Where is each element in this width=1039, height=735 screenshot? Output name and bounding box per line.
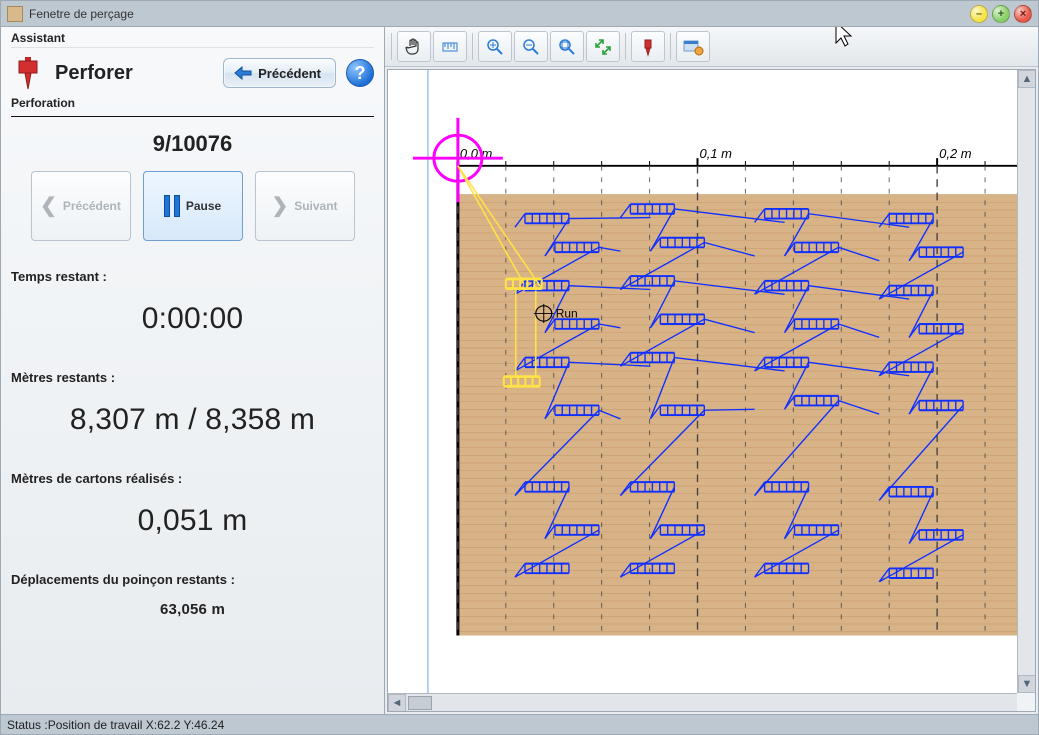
scroll-thumb[interactable]: [408, 696, 432, 710]
chevron-left-icon: ❮: [40, 196, 57, 216]
punch-moves-label: Déplacements du poinçon restants :: [11, 572, 374, 587]
measure-icon[interactable]: [433, 31, 467, 62]
zoom-fit-icon[interactable]: [550, 31, 584, 62]
status-text: Status :Position de travail X:62.2 Y:46.…: [7, 718, 224, 732]
toolbar-separator: [625, 33, 626, 60]
horizontal-scrollbar[interactable]: ◄: [388, 693, 1017, 711]
toolbar-separator: [391, 33, 392, 60]
punch-marker-icon[interactable]: [631, 31, 665, 62]
scroll-up-icon[interactable]: ▲: [1018, 70, 1036, 88]
back-button-label: Précédent: [258, 66, 321, 81]
window-title: Fenetre de perçage: [29, 7, 134, 21]
minimize-button[interactable]: –: [970, 5, 988, 23]
pause-button[interactable]: Pause: [143, 171, 243, 241]
cartons-done-value: 0,051 m: [11, 504, 374, 538]
cartons-done-label: Mètres de cartons réalisés :: [11, 471, 374, 486]
pan-hand-icon[interactable]: [397, 31, 431, 62]
document-icon: [7, 6, 23, 22]
vertical-scrollbar[interactable]: ▲ ▼: [1017, 70, 1035, 693]
back-button[interactable]: Précédent: [223, 58, 336, 88]
punch-moves-value: 63,056 m: [11, 601, 374, 618]
meters-remaining-value: 8,307 m / 8,358 m: [11, 403, 374, 437]
zoom-out-icon[interactable]: [514, 31, 548, 62]
toolbar-separator: [670, 33, 671, 60]
maximize-button[interactable]: +: [992, 5, 1010, 23]
zoom-in-icon[interactable]: [478, 31, 512, 62]
time-remaining-value: 0:00:00: [11, 302, 374, 336]
perforate-icon: [11, 54, 45, 92]
canvas-viewport[interactable]: 0,0 m0,1 m0,2 mRun ▲ ▼ ◄: [387, 69, 1036, 712]
scroll-down-icon[interactable]: ▼: [1018, 675, 1036, 693]
app-window: Fenetre de perçage – + × Assistant Perfo…: [0, 0, 1039, 735]
statusbar: Status :Position de travail X:62.2 Y:46.…: [1, 714, 1038, 734]
resize-icon[interactable]: [586, 31, 620, 62]
options-icon[interactable]: [676, 31, 710, 62]
next-step-button: ❯ Suivant: [255, 171, 355, 241]
time-remaining-label: Temps restant :: [11, 269, 374, 284]
drawing-surface[interactable]: 0,0 m0,1 m0,2 mRun: [388, 70, 1017, 693]
arrow-left-icon: [234, 66, 252, 80]
main-area: 0,0 m0,1 m0,2 mRun ▲ ▼ ◄: [385, 27, 1038, 714]
meters-remaining-label: Mètres restants :: [11, 370, 374, 385]
canvas-toolbar: [385, 27, 1038, 67]
svg-text:0,1 m: 0,1 m: [700, 146, 732, 161]
assistant-label: Assistant: [11, 31, 374, 48]
divider: [11, 116, 374, 117]
assistant-panel: Assistant Perforer Précédent ?: [1, 27, 385, 714]
svg-text:Run: Run: [556, 307, 578, 320]
prev-step-label: Précédent: [63, 199, 121, 213]
prev-step-button: ❮ Précédent: [31, 171, 131, 241]
chevron-right-icon: ❯: [271, 196, 288, 216]
next-step-label: Suivant: [294, 199, 337, 213]
pause-icon: [164, 195, 180, 217]
titlebar: Fenetre de perçage – + ×: [1, 1, 1038, 27]
pause-label: Pause: [186, 199, 221, 213]
scroll-left-icon[interactable]: ◄: [388, 694, 406, 712]
svg-text:0,2 m: 0,2 m: [939, 146, 971, 161]
progress-counter: 9/10076: [11, 131, 374, 157]
assistant-subtitle: Perforation: [11, 96, 374, 110]
assistant-title: Perforer: [55, 62, 213, 85]
toolbar-separator: [472, 33, 473, 60]
help-icon[interactable]: ?: [346, 59, 374, 87]
close-button[interactable]: ×: [1014, 5, 1032, 23]
